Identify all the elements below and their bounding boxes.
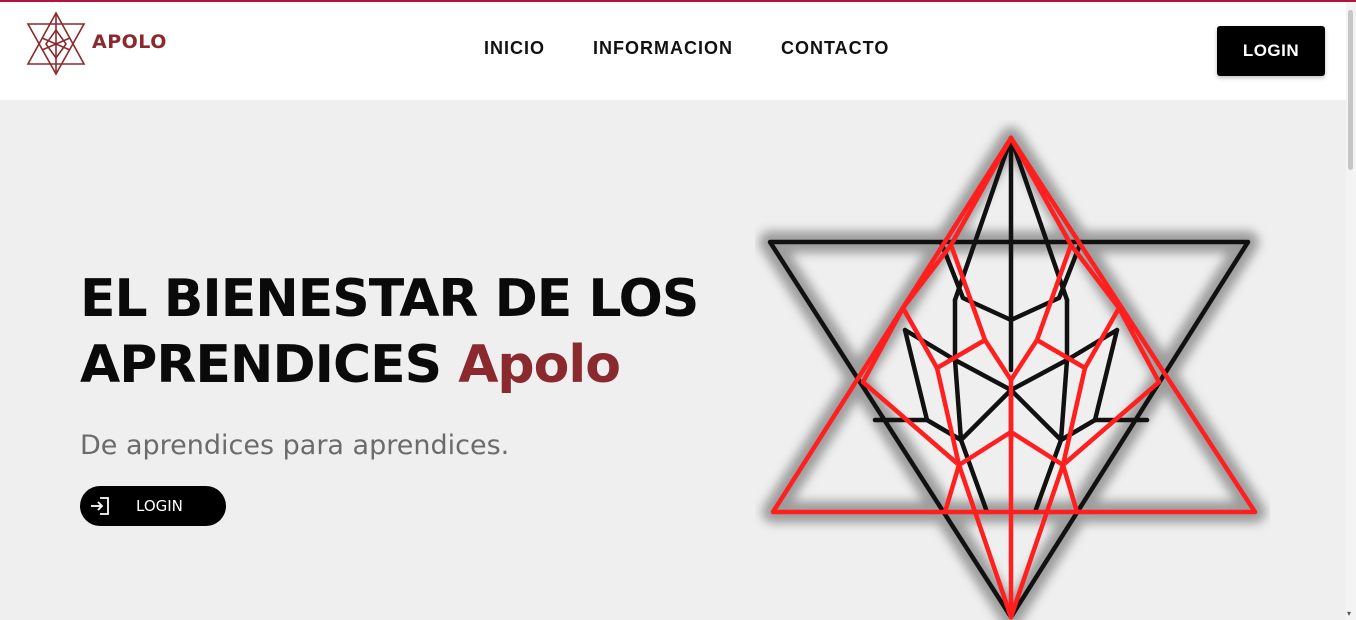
login-icon	[89, 495, 111, 517]
hero-title: EL BIENESTAR DE LOS APRENDICES Apolo	[80, 266, 730, 398]
site-header: APOLO INICIO INFORMACION CONTACTO LOGIN	[0, 2, 1346, 100]
nav-item-contacto[interactable]: CONTACTO	[781, 38, 889, 59]
nav-item-inicio[interactable]: INICIO	[484, 38, 545, 59]
hero-subtitle: De aprendices para aprendices.	[80, 430, 510, 461]
hero-login-button[interactable]: LOGIN	[80, 486, 226, 526]
brand[interactable]: APOLO	[22, 10, 167, 82]
header-login-button[interactable]: LOGIN	[1217, 26, 1325, 76]
vertical-scrollbar[interactable]: ▾	[1346, 2, 1356, 620]
nav-item-informacion[interactable]: INFORMACION	[593, 38, 733, 59]
hero-title-accent: Apolo	[458, 335, 621, 395]
star-tetrahedron-logo-icon	[22, 10, 90, 82]
scroll-down-arrow-icon[interactable]: ▾	[1347, 609, 1351, 618]
star-of-david-geometric-art-icon	[755, 120, 1270, 620]
scrollbar-thumb[interactable]	[1348, 10, 1353, 170]
main-nav: INICIO INFORMACION CONTACTO	[484, 38, 937, 59]
hero-login-label: LOGIN	[136, 497, 183, 515]
brand-name: APOLO	[92, 31, 167, 53]
